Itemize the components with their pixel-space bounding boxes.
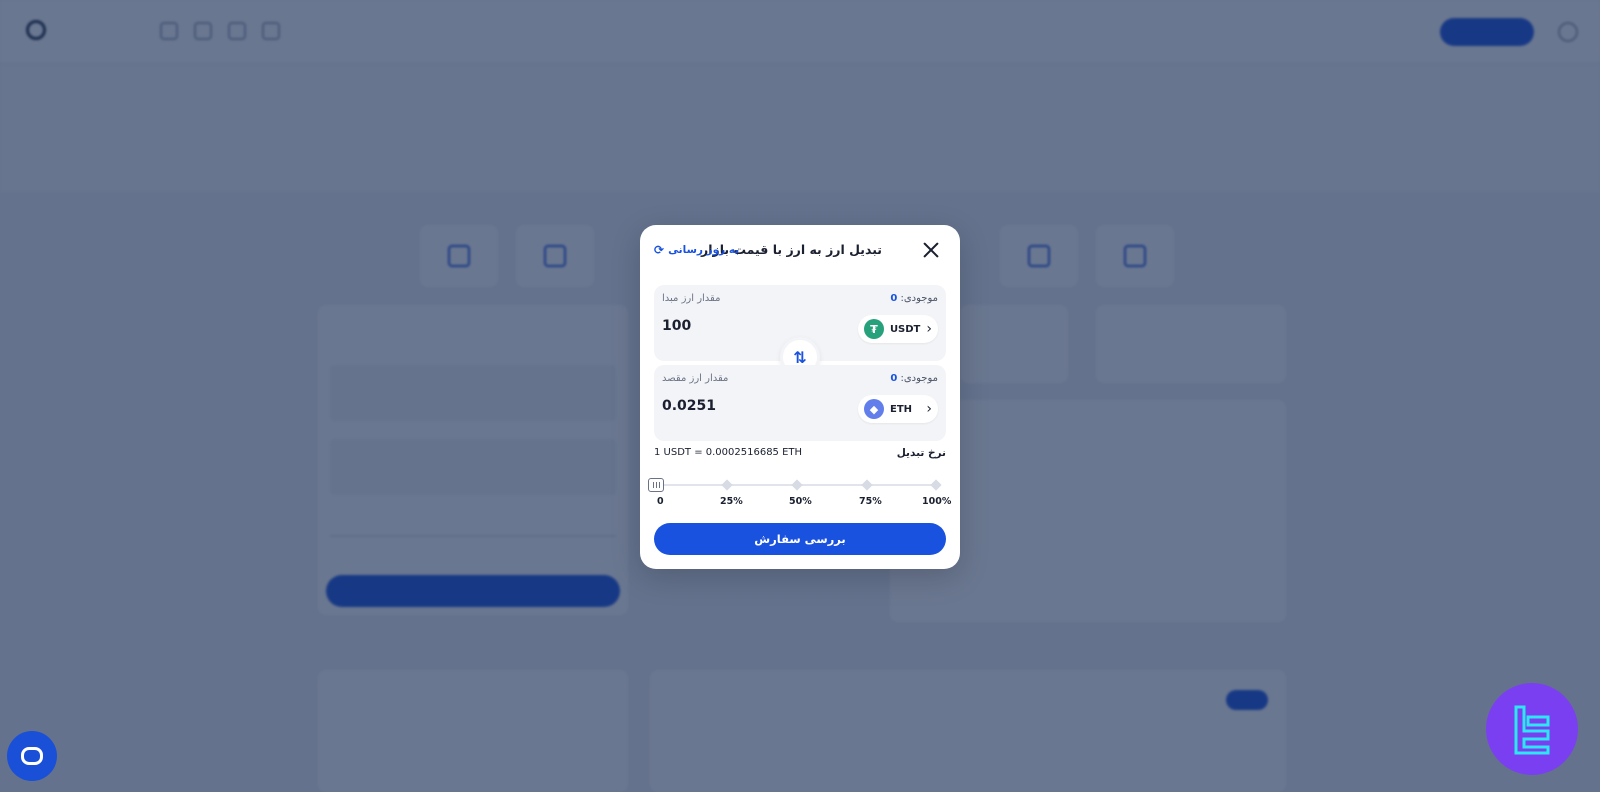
rate-label: نرخ تبدیل: [896, 447, 946, 459]
destination-amount-input[interactable]: 0.0251: [662, 398, 716, 414]
slider-label: 100%: [922, 496, 952, 507]
chevron-right-icon: ›: [926, 321, 932, 337]
slider-tick-50[interactable]: [791, 479, 803, 491]
rate-value: 1 USDT = 0.0002516685 ETH: [654, 447, 803, 458]
slider-tick-25[interactable]: [721, 479, 733, 491]
slider-handle[interactable]: [648, 478, 664, 492]
brand-badge: [1486, 683, 1578, 775]
support-chat-button[interactable]: [7, 731, 57, 781]
source-balance-label: موجودی:: [900, 293, 938, 304]
destination-amount-label: مقدار ارز مقصد: [662, 373, 729, 384]
chevron-right-icon: ›: [926, 401, 932, 417]
slider-labels: 0 25% 50% 75% 100%: [654, 496, 951, 510]
refresh-button[interactable]: به روز رسانی ⟳: [654, 243, 739, 257]
slider-label: 0: [657, 496, 664, 507]
tether-icon: ₮: [864, 319, 884, 339]
ethereum-icon: ◆: [864, 399, 884, 419]
badge-logo-icon: [1514, 705, 1550, 755]
source-balance-value: 0: [890, 293, 898, 304]
review-order-button[interactable]: بررسی سفارش: [654, 523, 946, 555]
destination-balance-value: 0: [890, 373, 898, 384]
source-amount-input[interactable]: 100: [662, 318, 691, 334]
slider-tick-75[interactable]: [861, 479, 873, 491]
chat-icon: [21, 747, 43, 765]
source-amount-label: مقدار ارز مبدا: [662, 293, 721, 304]
refresh-icon: ⟳: [654, 243, 665, 257]
destination-coin-name: ETH: [890, 403, 913, 415]
slider-tick-100[interactable]: [930, 479, 942, 491]
percentage-slider[interactable]: [648, 478, 946, 492]
refresh-label: به روز رسانی: [668, 244, 740, 256]
close-icon[interactable]: [920, 239, 942, 261]
source-coin-selector[interactable]: ₮ USDT ›: [858, 315, 938, 343]
slider-label: 25%: [720, 496, 743, 507]
source-coin-name: USDT: [889, 323, 921, 335]
destination-balance: موجودی: 0: [890, 373, 938, 384]
slider-label: 50%: [789, 496, 812, 507]
source-balance: موجودی: 0: [890, 293, 938, 304]
swap-arrows-icon: ⇅: [793, 347, 807, 367]
destination-coin-selector[interactable]: ◆ ETH ›: [858, 395, 938, 423]
slider-label: 75%: [859, 496, 882, 507]
destination-currency-box: موجودی: 0 مقدار ارز مقصد 0.0251 ◆ ETH ›: [654, 365, 946, 441]
destination-balance-label: موجودی:: [900, 373, 938, 384]
convert-modal: تبدیل ارز به ارز با قیمت بازار به روز رس…: [640, 225, 960, 569]
